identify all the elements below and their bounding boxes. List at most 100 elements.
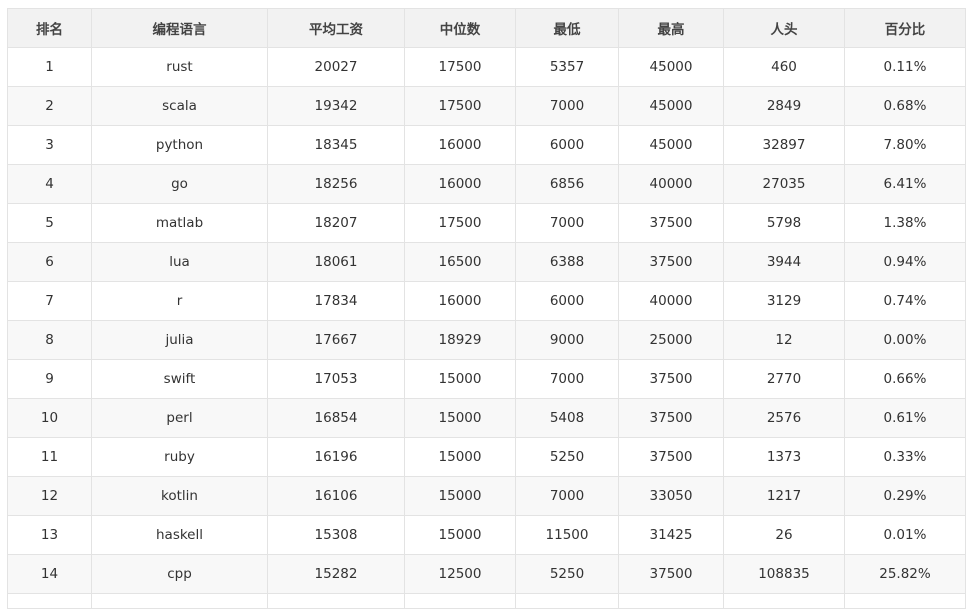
rank-cell: 2 xyxy=(7,86,92,126)
table-row: 6 lua 18061 16500 6388 37500 3944 0.94% xyxy=(7,242,966,282)
median-cell: 15000 xyxy=(404,437,516,477)
rank-cell: 6 xyxy=(7,242,92,282)
empty-cell xyxy=(404,593,516,609)
language-cell: swift xyxy=(91,359,268,399)
language-cell: perl xyxy=(91,398,268,438)
max-cell: 37500 xyxy=(618,242,724,282)
max-cell: 40000 xyxy=(618,164,724,204)
percent-cell: 1.38% xyxy=(844,203,966,243)
language-cell: python xyxy=(91,125,268,165)
table-row: 2 scala 19342 17500 7000 45000 2849 0.68% xyxy=(7,86,966,126)
headcount-cell: 26 xyxy=(723,515,845,555)
table-row: 4 go 18256 16000 6856 40000 27035 6.41% xyxy=(7,164,966,204)
median-cell: 16500 xyxy=(404,242,516,282)
median-cell: 17500 xyxy=(404,203,516,243)
language-cell: matlab xyxy=(91,203,268,243)
rank-cell: 1 xyxy=(7,47,92,87)
table-row: 1 rust 20027 17500 5357 45000 460 0.11% xyxy=(7,47,966,87)
avg-salary-cell: 17834 xyxy=(267,281,405,321)
language-cell: ruby xyxy=(91,437,268,477)
header-language: 编程语言 xyxy=(91,8,268,48)
median-cell: 18929 xyxy=(404,320,516,360)
percent-cell: 0.29% xyxy=(844,476,966,516)
median-cell: 15000 xyxy=(404,398,516,438)
percent-cell: 0.11% xyxy=(844,47,966,87)
language-cell: haskell xyxy=(91,515,268,555)
max-cell: 25000 xyxy=(618,320,724,360)
min-cell: 5408 xyxy=(515,398,619,438)
header-median: 中位数 xyxy=(404,8,516,48)
percent-cell: 0.66% xyxy=(844,359,966,399)
avg-salary-cell: 16854 xyxy=(267,398,405,438)
headcount-cell: 108835 xyxy=(723,554,845,594)
percent-cell: 0.74% xyxy=(844,281,966,321)
headcount-cell: 3129 xyxy=(723,281,845,321)
language-cell: r xyxy=(91,281,268,321)
table-row: 8 julia 17667 18929 9000 25000 12 0.00% xyxy=(7,320,966,360)
header-headcount: 人头 xyxy=(723,8,845,48)
language-cell: lua xyxy=(91,242,268,282)
max-cell: 37500 xyxy=(618,359,724,399)
header-min: 最低 xyxy=(515,8,619,48)
table-row: 10 perl 16854 15000 5408 37500 2576 0.61% xyxy=(7,398,966,438)
median-cell: 16000 xyxy=(404,281,516,321)
language-cell: rust xyxy=(91,47,268,87)
max-cell: 37500 xyxy=(618,554,724,594)
headcount-cell: 5798 xyxy=(723,203,845,243)
percent-cell: 0.68% xyxy=(844,86,966,126)
rank-cell: 9 xyxy=(7,359,92,399)
header-rank: 排名 xyxy=(7,8,92,48)
language-cell: kotlin xyxy=(91,476,268,516)
median-cell: 12500 xyxy=(404,554,516,594)
avg-salary-cell: 17667 xyxy=(267,320,405,360)
avg-salary-cell: 18061 xyxy=(267,242,405,282)
max-cell: 45000 xyxy=(618,125,724,165)
headcount-cell: 12 xyxy=(723,320,845,360)
max-cell: 31425 xyxy=(618,515,724,555)
max-cell: 40000 xyxy=(618,281,724,321)
rank-cell: 14 xyxy=(7,554,92,594)
min-cell: 5250 xyxy=(515,437,619,477)
empty-cell xyxy=(7,593,92,609)
min-cell: 5357 xyxy=(515,47,619,87)
table-body: 1 rust 20027 17500 5357 45000 460 0.11% 2 scala 19… xyxy=(7,47,966,609)
empty-cell xyxy=(267,593,405,609)
language-cell: cpp xyxy=(91,554,268,594)
median-cell: 16000 xyxy=(404,125,516,165)
min-cell: 5250 xyxy=(515,554,619,594)
header-max: 最高 xyxy=(618,8,724,48)
rank-cell: 7 xyxy=(7,281,92,321)
table-row: 9 swift 17053 15000 7000 37500 2770 0.66% xyxy=(7,359,966,399)
percent-cell: 6.41% xyxy=(844,164,966,204)
min-cell: 11500 xyxy=(515,515,619,555)
min-cell: 6000 xyxy=(515,125,619,165)
headcount-cell: 1217 xyxy=(723,476,845,516)
headcount-cell: 3944 xyxy=(723,242,845,282)
table-row: 5 matlab 18207 17500 7000 37500 5798 1.38% xyxy=(7,203,966,243)
min-cell: 6856 xyxy=(515,164,619,204)
max-cell: 37500 xyxy=(618,203,724,243)
percent-cell: 0.33% xyxy=(844,437,966,477)
max-cell: 45000 xyxy=(618,47,724,87)
avg-salary-cell: 15282 xyxy=(267,554,405,594)
salary-table: 排名 编程语言 平均工资 中位数 最低 最高 人头 百分比 1 rust 20027… xyxy=(7,8,966,609)
avg-salary-cell: 17053 xyxy=(267,359,405,399)
max-cell: 37500 xyxy=(618,437,724,477)
min-cell: 6000 xyxy=(515,281,619,321)
min-cell: 9000 xyxy=(515,320,619,360)
table-row: 7 r 17834 16000 6000 40000 3129 0.74% xyxy=(7,281,966,321)
median-cell: 17500 xyxy=(404,86,516,126)
percent-cell: 0.61% xyxy=(844,398,966,438)
avg-salary-cell: 18345 xyxy=(267,125,405,165)
percent-cell: 25.82% xyxy=(844,554,966,594)
rank-cell: 13 xyxy=(7,515,92,555)
table-header-row: 排名 编程语言 平均工资 中位数 最低 最高 人头 百分比 xyxy=(7,8,966,48)
headcount-cell: 2770 xyxy=(723,359,845,399)
median-cell: 15000 xyxy=(404,515,516,555)
table-row: 14 cpp 15282 12500 5250 37500 108835 25.82% xyxy=(7,554,966,594)
table-row: 12 kotlin 16106 15000 7000 33050 1217 0.29% xyxy=(7,476,966,516)
max-cell: 37500 xyxy=(618,398,724,438)
min-cell: 7000 xyxy=(515,86,619,126)
rank-cell: 5 xyxy=(7,203,92,243)
rank-cell: 11 xyxy=(7,437,92,477)
